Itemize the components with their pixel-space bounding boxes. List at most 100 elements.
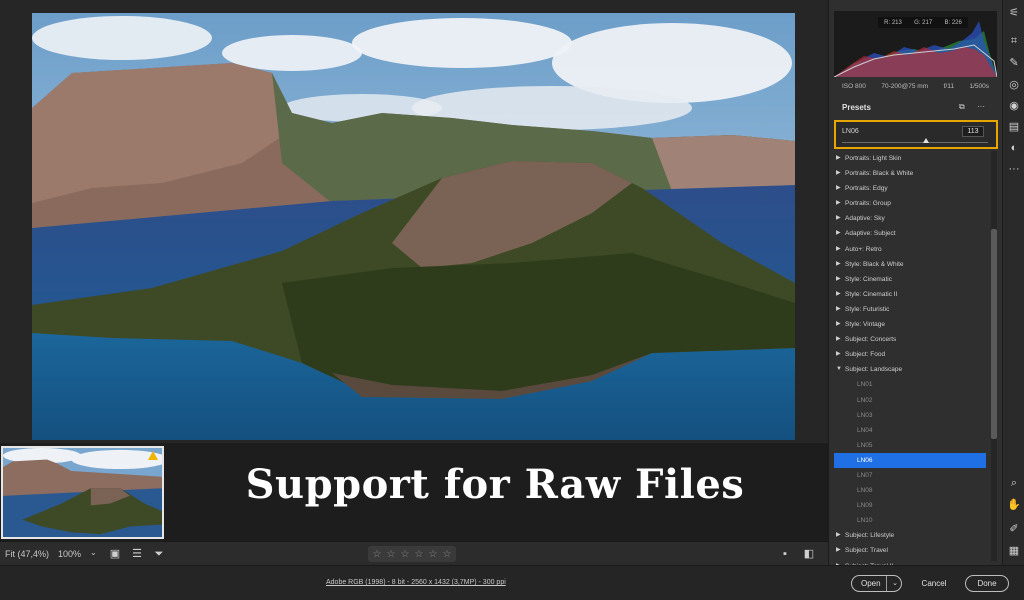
preset-group[interactable]: ▶ Subject: Food: [829, 347, 989, 362]
preset-item[interactable]: LN08: [829, 483, 989, 498]
reject-icon[interactable]: ☆: [442, 549, 452, 560]
new-preset-icon[interactable]: ⧉: [959, 102, 965, 112]
preset-group[interactable]: ▶ Portraits: Edgy: [829, 181, 989, 196]
hand-icon[interactable]: ✋: [1007, 498, 1021, 512]
scrollbar-thumb[interactable]: [991, 229, 997, 439]
fit-zoom-label[interactable]: Fit (47,4%): [5, 549, 49, 559]
preset-scrollbar[interactable]: [991, 151, 997, 561]
chevron-right-icon[interactable]: ▶: [836, 226, 841, 241]
grid-icon[interactable]: ▦: [1007, 544, 1021, 558]
preset-label: LN01: [857, 381, 873, 389]
edit-icon[interactable]: ⚟: [1007, 6, 1021, 20]
preset-item[interactable]: LN03: [829, 408, 989, 423]
more-icon[interactable]: ···: [1007, 162, 1021, 176]
tool-strip: ⚟ ⌗ ✎ ◎ ◉ ▤ ◐ ··· ⌕ ✋ ✐ ▦: [1002, 0, 1024, 565]
sort-icon[interactable]: ☰: [130, 547, 144, 561]
chevron-right-icon[interactable]: ▶: [836, 347, 841, 362]
mask-icon[interactable]: ◎: [1007, 78, 1021, 92]
preset-group[interactable]: ▶ Portraits: Light Skin: [829, 151, 989, 166]
chevron-right-icon[interactable]: ▶: [836, 317, 841, 332]
chevron-right-icon[interactable]: ▶: [836, 543, 841, 558]
zoom-icon[interactable]: ⌕: [1007, 476, 1021, 490]
preset-group[interactable]: ▶ Portraits: Black & White: [829, 166, 989, 181]
preset-amount-input[interactable]: 113: [962, 126, 984, 137]
chevron-right-icon[interactable]: ▶: [836, 559, 841, 565]
preset-item[interactable]: LN06: [834, 452, 986, 468]
star-icon[interactable]: ☆: [428, 549, 438, 560]
preset-group[interactable]: ▶ Auto+: Retro: [829, 242, 989, 257]
chevron-down-icon[interactable]: ⌄: [90, 548, 97, 557]
preset-group[interactable]: ▶ Style: Cinematic: [829, 272, 989, 287]
preset-group[interactable]: ▶ Style: Vintage: [829, 317, 989, 332]
open-button[interactable]: Open ⌄: [851, 575, 902, 592]
cancel-button[interactable]: Cancel: [915, 575, 953, 592]
preset-group[interactable]: ▼ Subject: Landscape: [829, 362, 989, 377]
slider-track[interactable]: [842, 142, 988, 143]
preset-item[interactable]: LN02: [829, 393, 989, 408]
chevron-right-icon[interactable]: ▶: [836, 257, 841, 272]
preset-label: Portraits: Light Skin: [845, 155, 902, 162]
chevron-right-icon[interactable]: ▶: [836, 302, 841, 317]
preset-label: Subject: Lifestyle: [845, 532, 895, 540]
preset-item[interactable]: LN09: [829, 498, 989, 513]
single-view-icon[interactable]: ▪: [778, 547, 792, 561]
chevron-down-icon[interactable]: ▼: [836, 362, 842, 377]
chevron-right-icon[interactable]: ▶: [836, 242, 841, 257]
chevron-down-icon[interactable]: ⌄: [892, 579, 898, 587]
preset-label: Auto+: Retro: [845, 245, 882, 253]
preset-amount-slider[interactable]: LN06 113: [834, 120, 998, 149]
preset-group[interactable]: ▶ Adaptive: Subject: [829, 226, 989, 241]
compare-view-icon[interactable]: ◧: [802, 547, 816, 561]
chevron-right-icon[interactable]: ▶: [836, 332, 841, 347]
chevron-right-icon[interactable]: ▶: [836, 211, 841, 226]
preset-group[interactable]: ▶ Subject: Concerts: [829, 332, 989, 347]
chevron-right-icon[interactable]: ▶: [836, 287, 841, 302]
preset-item[interactable]: LN05: [829, 438, 989, 453]
crop-icon[interactable]: ⌗: [1007, 34, 1021, 48]
star-icon[interactable]: ☆: [400, 549, 410, 560]
preset-group[interactable]: ▶ Style: Futuristic: [829, 302, 989, 317]
slider-handle[interactable]: [922, 138, 929, 143]
preset-label: Subject: Landscape: [845, 366, 903, 374]
chevron-right-icon[interactable]: ▶: [836, 528, 841, 543]
preset-item[interactable]: LN01: [829, 377, 989, 392]
snapshots-icon[interactable]: ▤: [1007, 120, 1021, 134]
preset-group[interactable]: ▶ Style: Cinematic II: [829, 287, 989, 302]
preset-label: LN10: [857, 517, 873, 525]
filmstrip-thumbnail[interactable]: [1, 446, 164, 539]
preset-item[interactable]: LN04: [829, 423, 989, 438]
chevron-right-icon[interactable]: ▶: [836, 181, 841, 196]
star-icon[interactable]: ☆: [372, 549, 382, 560]
preset-item[interactable]: LN10: [829, 513, 989, 528]
green-value: G: 217: [914, 19, 933, 26]
presets-title: Presets: [842, 103, 871, 112]
preset-group[interactable]: ▶ Style: Black & White: [829, 257, 989, 272]
filter-icon[interactable]: ⏷: [152, 547, 166, 561]
presets-icon[interactable]: ◐: [1007, 141, 1021, 155]
preset-group[interactable]: ▶ Subject: Travel: [829, 543, 989, 558]
preset-group[interactable]: ▶ Subject: Lifestyle: [829, 528, 989, 543]
chevron-right-icon[interactable]: ▶: [836, 196, 841, 211]
chevron-right-icon[interactable]: ▶: [836, 151, 841, 166]
preset-group[interactable]: ▶ Portraits: Group: [829, 196, 989, 211]
chevron-right-icon[interactable]: ▶: [836, 272, 841, 287]
heal-icon[interactable]: ✎: [1007, 56, 1021, 70]
redeye-icon[interactable]: ◉: [1007, 99, 1021, 113]
star-icon[interactable]: ☆: [414, 549, 424, 560]
sampler-icon[interactable]: ✐: [1007, 522, 1021, 536]
more-options-icon[interactable]: ···: [977, 102, 985, 111]
done-button[interactable]: Done: [965, 575, 1009, 592]
filmstrip: Support for Raw Files: [0, 443, 828, 541]
preset-item[interactable]: LN07: [829, 468, 989, 483]
workflow-options-link[interactable]: Adobe RGB (1998) - 8 bit - 2560 x 1432 (…: [326, 579, 506, 586]
preset-group[interactable]: ▶ Adaptive: Sky: [829, 211, 989, 226]
preset-label: Portraits: Edgy: [845, 185, 888, 193]
zoom-select[interactable]: 100%: [58, 549, 81, 559]
image-canvas[interactable]: [0, 0, 828, 443]
chevron-right-icon[interactable]: ▶: [836, 166, 841, 181]
preset-group[interactable]: ▶ Subject: Travel II: [829, 559, 989, 565]
star-rating[interactable]: ☆ ☆ ☆ ☆ ☆ ☆: [368, 546, 456, 562]
star-icon[interactable]: ☆: [386, 549, 396, 560]
main-photo[interactable]: [32, 13, 795, 440]
before-after-icon[interactable]: ▣: [108, 547, 122, 561]
